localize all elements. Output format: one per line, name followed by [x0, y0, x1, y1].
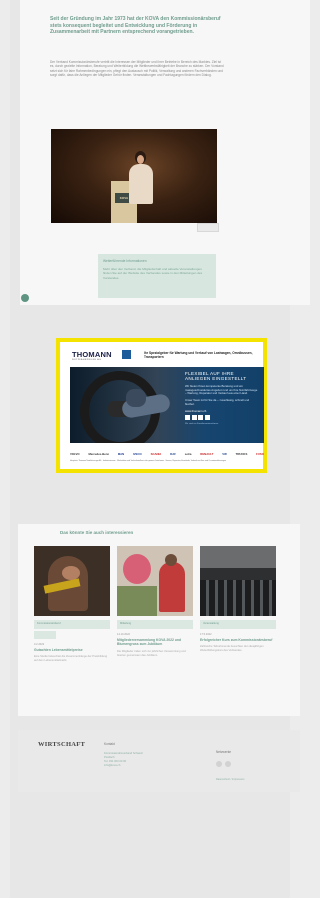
article-lead: Seit der Gründung im Jahr 1973 hat der K…	[50, 16, 221, 35]
brand-logo: setra	[184, 452, 192, 456]
related-card-teaser: Die Mitglieder trafen sich zur jährliche…	[117, 649, 186, 657]
advertisement-banner[interactable]: THOMANN NUTZFAHRZEUGE AG Ihr Spezialgebe…	[56, 338, 267, 473]
brand-logo: RENAULT	[200, 452, 214, 456]
ad-logo: THOMANN	[72, 350, 112, 359]
youtube-icon[interactable]	[191, 415, 197, 421]
related-card[interactable]: Mitteilung 14.10.2022 Mitgliederversamml…	[117, 546, 193, 657]
ad-footnote: Wir sind ein Familienunternehmen	[185, 423, 219, 426]
twitter-icon[interactable]	[225, 761, 231, 767]
ad-social-icons	[185, 415, 259, 421]
ad-legal-text: Hauptsitz: Thomann Nutzfahrzeuge AG · In…	[70, 460, 227, 462]
footer-legal-link[interactable]: Datenschutz / Impressum	[216, 778, 244, 781]
footer-social-icons	[216, 761, 231, 767]
brand-logo: TRUCKS	[235, 452, 248, 456]
article-photo[interactable]: KOVA	[51, 129, 217, 223]
brand-logo: SCANIA	[150, 452, 162, 456]
facebook-icon[interactable]	[216, 761, 222, 767]
ad-logo-subtitle: NUTZFAHRZEUGE AG	[72, 359, 102, 361]
brand-logo: VOLVO	[70, 452, 80, 456]
related-card-image[interactable]	[200, 546, 276, 616]
related-card-tag-2[interactable]	[34, 631, 56, 639]
related-card-date: 17.5.2022	[200, 633, 212, 636]
brand-logo: VW	[222, 452, 227, 456]
ad-logo-mark-icon	[122, 350, 131, 359]
brand-logo: MAN	[117, 452, 125, 456]
facebook-icon[interactable]	[185, 415, 190, 421]
info-box-title: Weiterführende Informationen	[103, 259, 147, 263]
linkedin-icon[interactable]	[204, 415, 210, 421]
related-card[interactable]: Veranstaltung 17.5.2022 Erfolgreicher Ku…	[200, 546, 276, 653]
ad-url[interactable]: www.thomann.ch	[185, 409, 259, 413]
related-card-headline[interactable]: Gutachten Lebensmittelpreise	[34, 648, 110, 652]
related-card-date: 14.10.2022	[117, 633, 130, 636]
ad-panel-text: Wir bieten Ihnen kompetente Beratung und…	[185, 383, 258, 396]
related-card-tag[interactable]: Kommissionärsberuf	[34, 620, 110, 629]
related-title: Das könnte Sie auch interessieren	[60, 530, 134, 535]
ad-text-panel: FLEXIBEL AUF IHRE ANLIEGEN EINGESTELLT W…	[180, 367, 264, 443]
ad-panel-text-2: Unser Team ist für Sie da – zuverlässig,…	[185, 397, 250, 406]
footer-contact-lines: Kommissionärsverband Schweiz Postfach Te…	[104, 752, 184, 768]
related-card-teaser: Zahlreiche Teilnehmende besuchten den di…	[200, 645, 264, 653]
brand-logo: FUSO	[256, 452, 264, 456]
related-card-image[interactable]	[117, 546, 193, 616]
footer-logo[interactable]: WIRTSCHAFT	[38, 741, 85, 748]
related-card-image[interactable]	[34, 546, 110, 616]
ad-hero-image: FLEXIBEL AUF IHRE ANLIEGEN EINGESTELLT W…	[70, 367, 264, 443]
instagram-icon[interactable]	[198, 415, 203, 421]
ad-brand-logos: VOLVO Mercedes-Benz MAN IVECO SCANIA DAF…	[70, 450, 264, 458]
related-card-headline[interactable]: Mitgliederversammlung KOVA 2022 und Blum…	[117, 638, 193, 647]
article-body: Der Verband Kommissionärsberufe vertritt…	[50, 60, 224, 78]
footer-contact-line[interactable]: info@kova.ch	[104, 764, 184, 768]
ad-tagline: Ihr Spezialgeber für Wartung und Verkauf…	[144, 351, 253, 360]
footer-social-title: Netzwerke	[216, 750, 232, 754]
related-card-teaser: Eine Studie beleuchtet die Zusammenhänge…	[34, 655, 108, 663]
site-footer: WIRTSCHAFT Kontakt Kommissionärsverband …	[18, 730, 300, 792]
related-card-tag[interactable]: Veranstaltung	[200, 620, 276, 629]
article-card: Seit der Gründung im Jahr 1973 hat der K…	[20, 0, 310, 305]
scroll-top-dot-icon[interactable]	[21, 294, 29, 302]
info-box-text: Mehr über den Verband, die Mitgliedschaf…	[103, 267, 203, 280]
brand-logo: Mercedes-Benz	[88, 452, 109, 456]
photo-caption-button[interactable]	[197, 223, 219, 232]
ad-panel-title: FLEXIBEL AUF IHRE ANLIEGEN EINGESTELLT	[185, 371, 247, 382]
info-box: Weiterführende Informationen Mehr über d…	[98, 254, 216, 298]
footer-contact-title: Kontakt	[104, 742, 115, 746]
related-card-headline[interactable]: Erfolgreicher Kurs zum Kommissionärsberu…	[200, 638, 276, 642]
related-articles: Das könnte Sie auch interessieren Kommis…	[18, 524, 300, 716]
brand-logo: DAF	[170, 452, 176, 456]
related-card-tag[interactable]: Mitteilung	[117, 620, 193, 629]
related-card[interactable]: Kommissionärsberuf 3.2.2023 Gutachten Le…	[34, 546, 110, 663]
brand-logo: IVECO	[133, 452, 142, 456]
related-card-date: 3.2.2023	[34, 643, 45, 646]
